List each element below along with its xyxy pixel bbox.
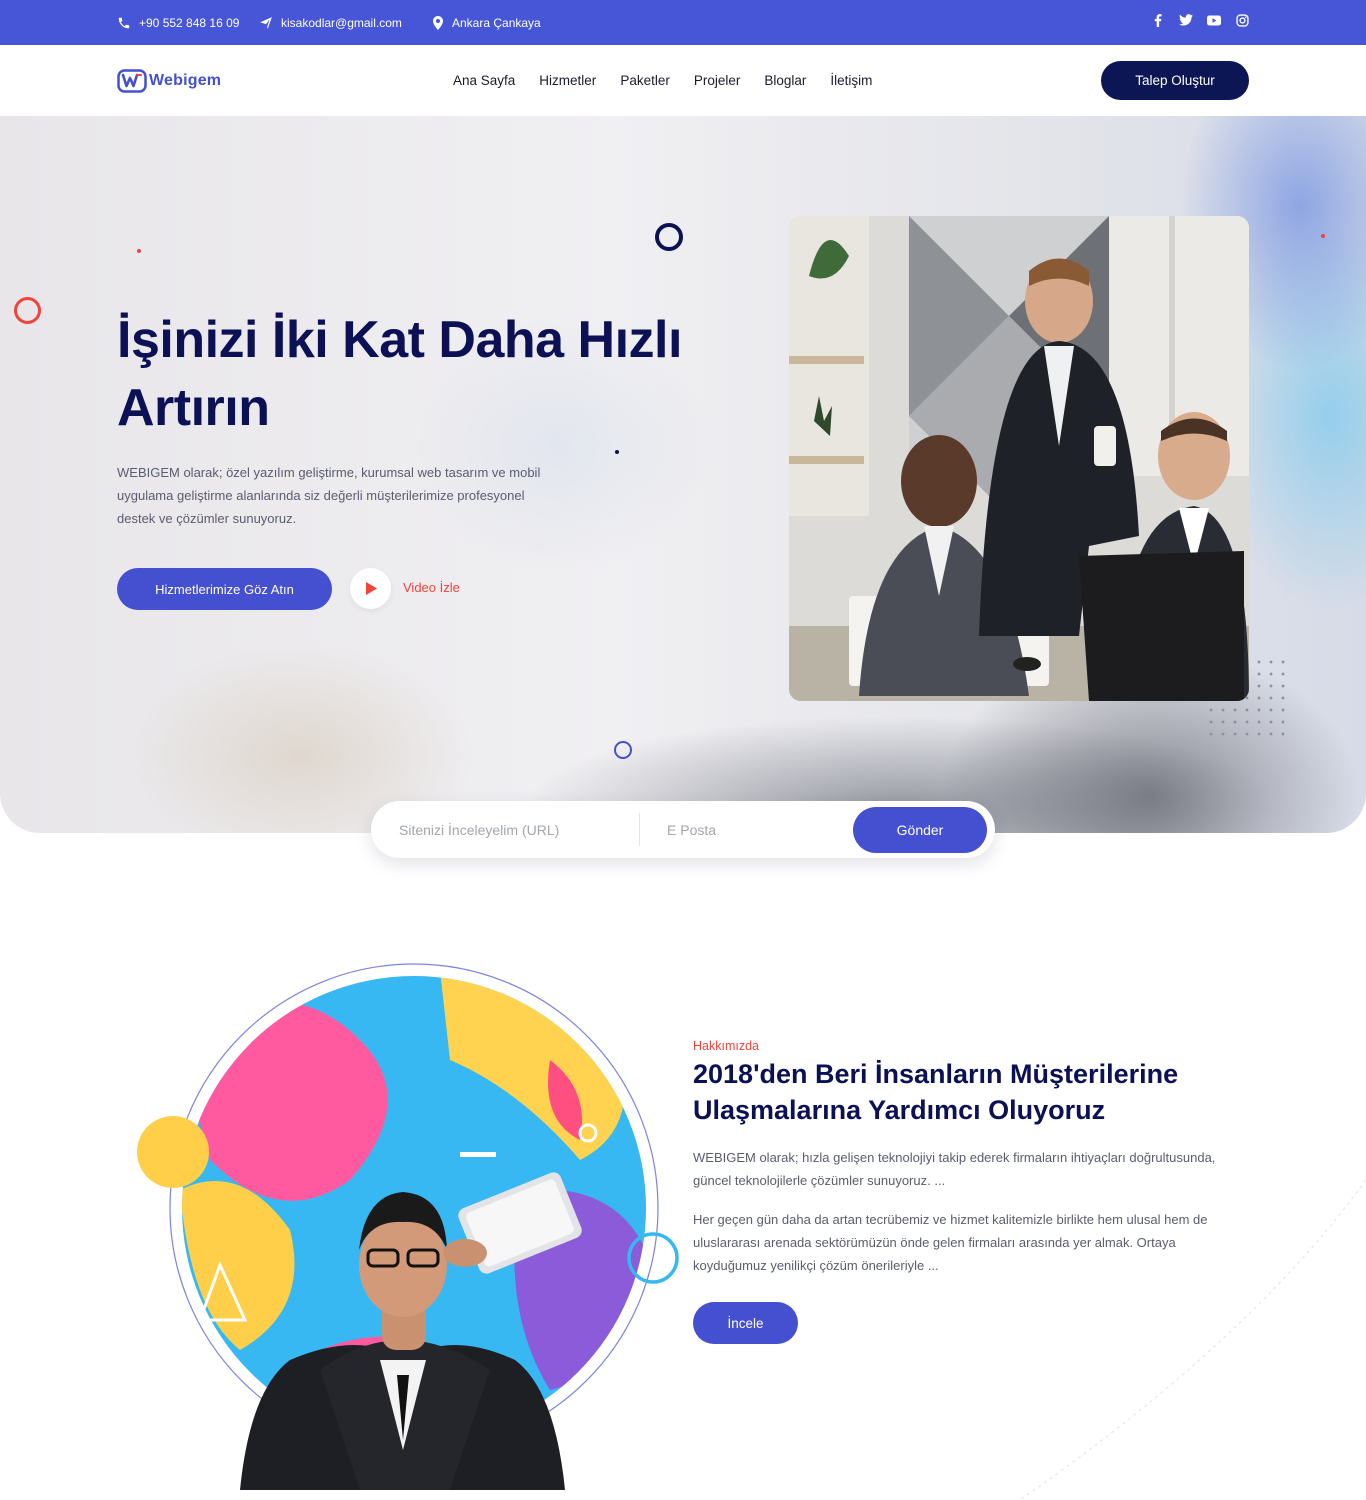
nav-iletisim[interactable]: İletişim xyxy=(830,73,872,88)
webigem-logo-icon xyxy=(117,69,147,93)
services-button[interactable]: Hizmetlerimize Göz Atın xyxy=(117,568,332,610)
hero-title: İşinizi İki Kat Daha Hızlı Artırın xyxy=(117,311,682,437)
hero-section: İşinizi İki Kat Daha Hızlı Artırın WEBIG… xyxy=(0,116,1366,833)
deco-ring xyxy=(614,741,632,759)
location-text: Ankara Çankaya xyxy=(452,15,541,30)
deco-ring xyxy=(655,223,683,251)
phone-icon xyxy=(118,17,130,28)
form-divider xyxy=(639,813,640,846)
location-pin-icon xyxy=(433,15,443,30)
phone-text: +90 552 848 16 09 xyxy=(139,15,240,30)
deco-ring xyxy=(14,297,41,324)
phone-contact[interactable]: +90 552 848 16 09 xyxy=(117,0,239,45)
top-bar: +90 552 848 16 09 kisakodlar@gmail.com A… xyxy=(0,0,1366,45)
incele-button[interactable]: İncele xyxy=(693,1302,798,1344)
nav-paketler[interactable]: Paketler xyxy=(620,73,670,88)
hero-description: WEBIGEM olarak; özel yazılım geliştirme,… xyxy=(117,465,541,526)
nav-bloglar[interactable]: Bloglar xyxy=(764,73,806,88)
request-button[interactable]: Talep Oluştur xyxy=(1101,61,1249,100)
email-text: kisakodlar@gmail.com xyxy=(281,15,402,30)
nav-ana-sayfa[interactable]: Ana Sayfa xyxy=(453,73,515,88)
nav-projeler[interactable]: Projeler xyxy=(694,73,741,88)
play-icon xyxy=(365,582,377,595)
location-contact: Ankara Çankaya xyxy=(432,0,541,45)
hero-team-photo xyxy=(789,216,1249,701)
about-subtitle: Hakkımızda xyxy=(693,1039,759,1053)
about-person-illustration xyxy=(120,930,680,1490)
email-contact[interactable]: kisakodlar@gmail.com xyxy=(259,0,402,45)
site-review-form: Gönder xyxy=(371,801,995,858)
logo[interactable]: Webigem xyxy=(117,69,221,93)
nav-hizmetler[interactable]: Hizmetler xyxy=(539,73,596,88)
instagram-icon[interactable] xyxy=(1235,13,1249,27)
deco-dot xyxy=(615,450,619,454)
deco-dot xyxy=(1321,234,1325,238)
send-button[interactable]: Gönder xyxy=(853,807,987,853)
youtube-icon[interactable] xyxy=(1207,13,1221,27)
twitter-icon[interactable] xyxy=(1179,13,1193,27)
main-nav: Ana Sayfa Hizmetler Paketler Projeler Bl… xyxy=(453,45,872,116)
deco-dot xyxy=(137,249,141,253)
video-label[interactable]: Video İzle xyxy=(403,580,460,595)
paper-plane-icon xyxy=(260,16,272,29)
video-play-button[interactable] xyxy=(350,568,391,609)
logo-text: Webigem xyxy=(149,72,222,89)
main-header: Webigem Ana Sayfa Hizmetler Paketler Pro… xyxy=(0,45,1366,116)
email-input[interactable] xyxy=(667,811,847,848)
url-input[interactable] xyxy=(399,811,629,848)
facebook-icon[interactable] xyxy=(1151,13,1165,27)
decorative-curve xyxy=(1019,1180,1366,1500)
about-title: 2018'den Beri İnsanların Müşterilerine U… xyxy=(693,1059,1179,1125)
social-links xyxy=(1151,0,1249,40)
